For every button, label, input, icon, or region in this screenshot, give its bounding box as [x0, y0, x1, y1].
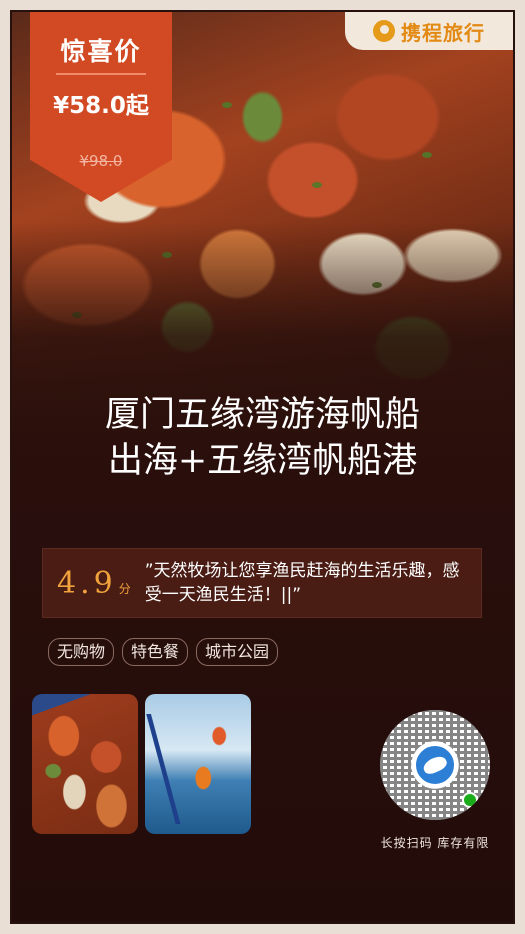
herb-garnish — [222, 102, 232, 108]
thumbnail-seafood — [32, 694, 138, 834]
feature-tags: 无购物 特色餐 城市公园 — [48, 638, 279, 666]
tag-city-park: 城市公园 — [196, 638, 279, 666]
herb-garnish — [372, 282, 382, 288]
thumbnail-sailing — [145, 694, 251, 834]
sail-rope — [145, 714, 183, 824]
tag-special-meal: 特色餐 — [122, 638, 189, 666]
rating-unit: 分 — [118, 581, 131, 596]
brand-name: 携程旅行 — [401, 20, 485, 45]
brand-tag: 携程旅行 — [345, 12, 513, 50]
herb-garnish — [312, 182, 322, 188]
wechat-miniprogram-icon — [462, 792, 478, 808]
review-quote: ”天然牧场让您享渔民赶海的生活乐趣，感受一天渔民生活！||” — [144, 561, 460, 605]
herb-garnish — [422, 152, 432, 158]
badge-price: ¥58.0起 — [53, 93, 149, 119]
rating-box: 4.9 分 ”天然牧场让您享渔民赶海的生活乐趣，感受一天渔民生活！||” — [42, 548, 482, 618]
poster-card: 惊喜价 ¥58.0起 ¥98.0 携程旅行 厦门五缘湾游海帆船 出海+五缘湾帆船… — [12, 12, 513, 922]
rating-score: 4.9 — [57, 565, 117, 601]
qr-caption: 长按扫码 库存有限 — [380, 836, 490, 850]
ctrip-logo-icon — [373, 20, 395, 42]
qr-code[interactable] — [380, 710, 490, 820]
herb-garnish — [162, 252, 172, 258]
product-title: 厦门五缘湾游海帆船 出海+五缘湾帆船港 — [12, 392, 513, 484]
badge-divider — [56, 73, 146, 75]
product-title-line2: 出海+五缘湾帆船港 — [107, 441, 418, 481]
badge-title: 惊喜价 — [60, 37, 142, 66]
tag-no-shopping: 无购物 — [48, 638, 115, 666]
badge-original-price: ¥98.0 — [79, 152, 123, 170]
dolphin-icon — [413, 743, 457, 787]
herb-garnish — [72, 312, 82, 318]
dolphin-shape — [421, 753, 449, 777]
product-title-line1: 厦门五缘湾游海帆船 — [104, 395, 420, 435]
